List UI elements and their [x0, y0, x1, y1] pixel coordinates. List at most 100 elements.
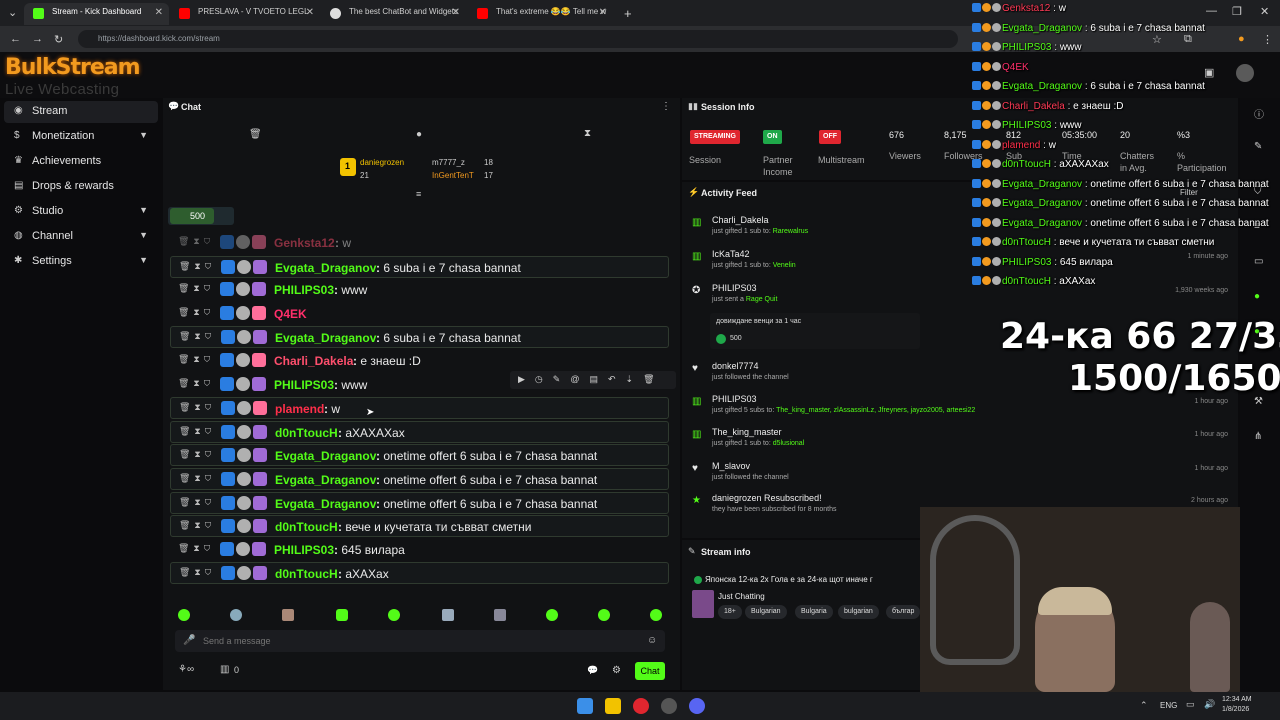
chat-username[interactable]: d0nTtoucH [275, 426, 338, 440]
moderation-tools-icon[interactable]: 🗑⧗⛉ [178, 543, 214, 554]
chat-message[interactable]: 🗑⧗⛉ PHILIPS03: 645 вилара [170, 539, 669, 561]
close-tab-icon[interactable]: ✕ [306, 7, 314, 18]
close-tab-icon[interactable]: ✕ [452, 7, 460, 18]
moderation-tools-icon[interactable]: 🗑⧗⛉ [179, 426, 215, 437]
chat-message[interactable]: 🗑⧗⛉ Evgata_Draganov: 6 suba i e 7 chasa b… [170, 326, 669, 349]
windows-start-icon[interactable] [577, 698, 593, 714]
mute-icon[interactable]: ✎ [553, 374, 571, 384]
chat-username[interactable]: Evgata_Draganov [275, 473, 376, 487]
chat-message[interactable]: 🗑⧗⛉ Evgata_Draganov: onetime offert 6 sub… [170, 491, 669, 514]
play-icon[interactable]: ▶ [518, 374, 535, 384]
moderation-tools-icon[interactable]: 🗑⧗⛉ [179, 449, 215, 460]
chat-username[interactable]: plamend [275, 402, 324, 416]
emote-icon[interactable] [650, 609, 662, 621]
moderation-tools-icon[interactable]: 🗑⧗⛉ [179, 261, 215, 272]
chat-message[interactable]: 🗑⧗⛉ d0nTtoucH: aXAXax [170, 562, 669, 585]
activity-username[interactable]: daniegrozen Resubscribed! [712, 493, 822, 503]
volume-icon[interactable]: 🔊 [1204, 699, 1215, 710]
chat-username[interactable]: Evgata_Draganov [275, 449, 376, 463]
chat-settings-gear-icon[interactable]: ⚙ [612, 665, 621, 676]
activity-username[interactable]: M_slavov [712, 461, 750, 471]
file-explorer-icon[interactable] [605, 698, 621, 714]
chat-message[interactable]: 🗑⧗⛉ plamend: w [170, 397, 669, 420]
moderation-tools-icon[interactable]: 🗑⧗⛉ [179, 567, 215, 578]
url-field[interactable]: https://dashboard.kick.com/stream [78, 30, 958, 48]
clock-date[interactable]: 1/8/2026 [1222, 706, 1249, 713]
chat-icon[interactable]: ● [1254, 291, 1260, 302]
emote-icon[interactable] [598, 609, 610, 621]
window-close-icon[interactable]: ✕ [1260, 5, 1269, 18]
avatar[interactable] [1236, 64, 1254, 82]
moderation-tools-icon[interactable]: 🗑⧗⛉ [179, 497, 215, 508]
sidebar-item-settings[interactable]: ✱ Settings ▼ [4, 251, 158, 273]
sidebar-item-achievements[interactable]: ♛ Achievements [4, 151, 158, 173]
delete-icon[interactable]: 🗑 [643, 374, 664, 384]
profile-icon[interactable]: ● [1238, 33, 1245, 45]
activity-username[interactable]: PHILIPS03 [712, 394, 757, 404]
mention-icon[interactable]: @ [570, 374, 589, 384]
chat-message[interactable]: 🗑⧗⛉ d0nTtoucH: вече и кучетата ти съвват … [170, 515, 669, 538]
pencil-icon[interactable]: ✎ [1254, 141, 1262, 152]
language-indicator[interactable]: ENG [1160, 701, 1177, 710]
chat-message[interactable]: 🗑⧗⛉ Q4EK [170, 303, 669, 325]
tray-up-icon[interactable]: ⌃ [1140, 700, 1148, 711]
more-options-icon[interactable]: ⋮ [661, 101, 671, 112]
chrome-icon[interactable] [633, 698, 649, 714]
chat-username[interactable]: d0nTtoucH [275, 567, 338, 581]
moderation-tools-icon[interactable]: 🗑⧗⛉ [178, 236, 214, 247]
sidebar-item-monetization[interactable]: $ Monetization ▼ [4, 126, 158, 148]
obs-icon[interactable] [661, 698, 677, 714]
info-icon[interactable]: ⓘ [1254, 106, 1264, 121]
tab-menu-icon[interactable]: ⌄ [8, 6, 17, 19]
chat-message[interactable]: 🗑⧗⛉ Evgata_Draganov: onetime offert 6 sub… [170, 468, 669, 490]
moderation-tools-icon[interactable]: 🗑⧗⛉ [179, 331, 215, 342]
activity-username[interactable]: IcKaTa42 [712, 249, 750, 259]
chat-message[interactable]: 🗑⧗⛉ PHILIPS03: www [170, 279, 669, 301]
chat-input[interactable] [203, 633, 623, 649]
activity-username[interactable]: PHILIPS03 [712, 283, 757, 293]
gift-icon[interactable]: ▥ [220, 664, 229, 675]
emote-icon[interactable] [282, 609, 294, 621]
back-icon[interactable]: ← [10, 33, 21, 45]
microphone-icon[interactable]: 🎤 [183, 635, 195, 646]
emote-icon[interactable] [546, 609, 558, 621]
sidebar-item-channel[interactable]: ◍ Channel ▼ [4, 226, 158, 248]
activity-username[interactable]: The_king_master [712, 427, 782, 437]
chat-mode-icon[interactable]: ● [416, 129, 422, 140]
chat-settings-bubble-icon[interactable]: 💬 [587, 665, 598, 676]
copy-icon[interactable]: ▤ [589, 374, 608, 384]
expand-icon[interactable]: ≡ [416, 189, 421, 199]
chat-username[interactable]: PHILIPS03 [274, 378, 334, 392]
chat-message[interactable]: 🗑⧗⛉ Charli_Dakela: е знаеш :D [170, 350, 669, 372]
activity-username[interactable]: Charli_Dakela [712, 215, 769, 225]
chat-message[interactable]: 🗑⧗⛉ Evgata_Draganov: 6 suba i e 7 chasa b… [170, 255, 669, 278]
cast-icon[interactable]: ▣ [1204, 66, 1214, 79]
activity-target[interactable]: The_king_master, zlAssassinLz, Jfreyners… [776, 407, 975, 414]
tab-chatbot[interactable]: The best ChatBot and Widgets ✕ [321, 3, 466, 25]
tab-extreme[interactable]: That's extreme 😂😂 Tell me w ✕ [468, 3, 613, 25]
window-restore-icon[interactable]: ❐ [1232, 5, 1242, 18]
chat-message[interactable]: 🗑⧗⛉ d0nTtoucH: aXAXAXax [170, 420, 669, 443]
activity-target[interactable]: Venelin [773, 262, 796, 269]
tab-kick-dashboard[interactable]: Stream - Kick Dashboard ✕ [24, 3, 169, 25]
moderation-tools-icon[interactable]: 🗑⧗⛉ [179, 473, 215, 484]
sidebar-item-drops[interactable]: ▤ Drops & rewards [4, 176, 158, 198]
chat-input-box[interactable]: 🎤 ☺ [175, 630, 665, 652]
moderation-tools-icon[interactable]: 🗑⧗⛉ [179, 402, 215, 413]
new-tab-icon[interactable]: + [624, 6, 632, 21]
window-minimize-icon[interactable]: — [1206, 5, 1217, 17]
trash-icon[interactable]: 🗑 [249, 129, 262, 140]
network-icon[interactable]: ▭ [1186, 699, 1195, 710]
pinned-gift-bar[interactable]: 500 [168, 207, 234, 225]
share-icon[interactable]: ⋔ [1254, 431, 1262, 442]
discord-icon[interactable] [689, 698, 705, 714]
forward-icon[interactable]: → [32, 33, 43, 45]
emote-icon[interactable] [178, 609, 190, 621]
tab-preslava[interactable]: PRESLAVA - V TVOETO LEGL ✕ [170, 3, 320, 25]
emote-icon[interactable] [494, 609, 506, 621]
slow-mode-icon[interactable]: ⧗ [584, 128, 591, 139]
activity-target[interactable]: d5lusional [773, 440, 805, 447]
chat-username[interactable]: Genksta12 [274, 236, 335, 250]
moderation-tools-icon[interactable]: 🗑⧗⛉ [178, 283, 214, 294]
chat-username[interactable]: d0nTtoucH [275, 520, 338, 534]
